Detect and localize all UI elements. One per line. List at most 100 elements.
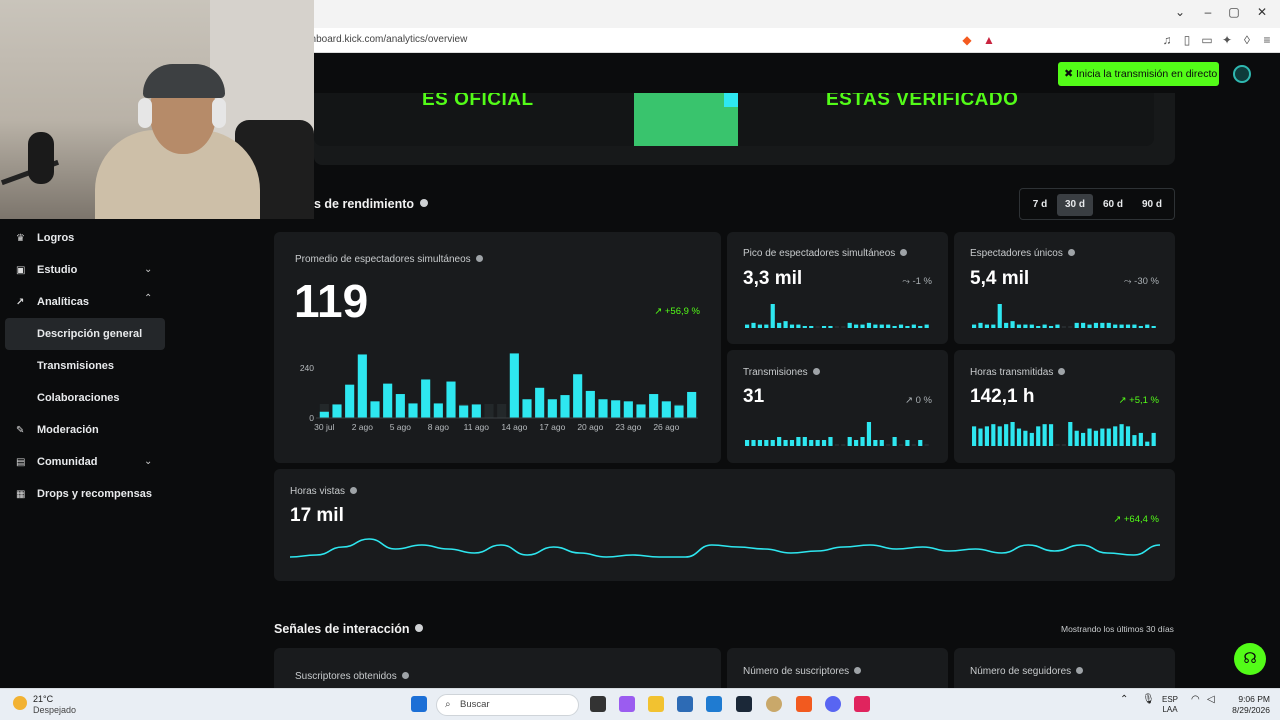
mic-icon[interactable]: 🎙 — [1142, 695, 1155, 705]
bar[interactable] — [459, 405, 469, 419]
spark-bar-background — [924, 444, 929, 446]
bar[interactable] — [446, 381, 456, 418]
bar[interactable] — [433, 403, 443, 418]
bar[interactable] — [674, 405, 684, 419]
bar[interactable] — [395, 394, 405, 418]
bar[interactable] — [560, 395, 570, 418]
bar[interactable] — [573, 374, 583, 418]
wifi-icon[interactable]: ◠ — [1191, 695, 1200, 705]
info-icon[interactable] — [350, 487, 358, 494]
bar[interactable] — [687, 391, 697, 418]
bar[interactable] — [332, 404, 342, 418]
app-icon[interactable] — [766, 696, 782, 712]
volume-icon[interactable]: ◁ — [1207, 695, 1215, 705]
sidebar-item-estudio[interactable]: ▣ Estudio — [16, 257, 77, 283]
bar-background — [484, 404, 494, 418]
steam-icon[interactable] — [736, 696, 752, 712]
sidebar-item-analiticas[interactable]: ↗ Analíticas — [16, 289, 89, 315]
avatar[interactable] — [1233, 65, 1251, 83]
help-button[interactable]: ☊ — [1234, 643, 1266, 675]
url-text[interactable]: ashboard.kick.com/analytics/overview — [300, 34, 467, 45]
chevron-up-icon[interactable]: ⌃ — [1120, 695, 1128, 705]
bar[interactable] — [547, 399, 557, 418]
bar[interactable] — [611, 400, 621, 418]
wallet-icon[interactable]: ▭ — [1200, 33, 1214, 47]
vpn-icon[interactable]: ◊ — [1240, 33, 1254, 47]
task-view-icon[interactable] — [590, 696, 606, 712]
range-90d[interactable]: 90 d — [1135, 194, 1169, 216]
bar[interactable] — [585, 390, 595, 418]
go-live-button[interactable]: ✖ Inicia la transmisión en directo — [1058, 62, 1219, 86]
chevron-down-icon[interactable]: ⌄ — [144, 456, 152, 467]
spark-bar-background — [898, 444, 904, 446]
info-icon[interactable] — [1058, 368, 1066, 375]
copilot-icon[interactable] — [619, 696, 635, 712]
spark-bar — [892, 437, 897, 446]
bar[interactable] — [598, 399, 608, 418]
outlook-icon[interactable] — [706, 696, 722, 712]
spark-bar — [783, 440, 788, 446]
bar[interactable] — [661, 401, 671, 418]
bar[interactable] — [370, 401, 380, 418]
close-icon[interactable]: ✕ — [1250, 5, 1274, 19]
sidebar-item-descripcion-general[interactable]: Descripción general — [37, 321, 142, 347]
bar[interactable] — [649, 394, 659, 418]
info-icon[interactable] — [854, 667, 862, 674]
store-icon[interactable] — [677, 696, 693, 712]
bar[interactable] — [345, 384, 355, 418]
brave-shield-icon[interactable]: ◆ — [960, 33, 974, 47]
bar[interactable] — [509, 353, 519, 418]
bar[interactable] — [522, 399, 532, 418]
bar[interactable] — [319, 411, 329, 418]
file-explorer-icon[interactable] — [648, 696, 664, 712]
chevron-down-icon[interactable]: ⌄ — [1168, 5, 1192, 19]
brave-icon[interactable] — [796, 696, 812, 712]
chevron-down-icon[interactable]: ⌄ — [144, 264, 152, 275]
spark-bar — [751, 440, 756, 446]
maximize-icon[interactable]: ▢ — [1222, 5, 1246, 19]
windows-start-icon[interactable] — [411, 696, 427, 712]
bar[interactable] — [623, 401, 633, 418]
bar[interactable] — [421, 379, 431, 418]
info-icon[interactable] — [415, 624, 424, 632]
tiktok-icon[interactable] — [854, 696, 870, 712]
spark-bar — [1132, 324, 1137, 328]
rewards-icon[interactable]: ▲ — [982, 33, 996, 47]
sidebar-item-colaboraciones[interactable]: Colaboraciones — [37, 385, 120, 411]
info-icon[interactable] — [812, 368, 820, 375]
minimize-icon[interactable]: – — [1196, 5, 1220, 19]
media-icon[interactable]: ♫ — [1160, 33, 1174, 47]
info-icon[interactable] — [1067, 249, 1075, 256]
bar[interactable] — [471, 404, 481, 418]
menu-icon[interactable]: ≡ — [1260, 33, 1274, 47]
engagement-title: Señales de interacción — [274, 622, 424, 636]
sidebar-item-moderacion[interactable]: ✎ Moderación — [16, 417, 99, 443]
range-60d[interactable]: 60 d — [1096, 194, 1130, 216]
chevron-up-icon[interactable]: ⌃ — [144, 293, 152, 304]
info-icon[interactable] — [900, 249, 908, 256]
bar[interactable] — [357, 354, 367, 418]
bar[interactable] — [636, 404, 646, 418]
discord-icon[interactable] — [825, 696, 841, 712]
sidebar-item-comunidad[interactable]: ▤ Comunidad — [16, 449, 98, 475]
sidebar-item-transmisiones[interactable]: Transmisiones — [37, 353, 114, 379]
hours-watched-label: Horas vistas — [290, 486, 346, 497]
search-input[interactable]: ⌕ Buscar — [436, 694, 579, 716]
leo-icon[interactable]: ✦ — [1220, 33, 1234, 47]
sidebar-item-logros[interactable]: ♛ Logros — [16, 225, 74, 251]
spark-bar-background — [1061, 444, 1066, 446]
range-7d[interactable]: 7 d — [1025, 194, 1055, 216]
info-icon[interactable] — [401, 672, 409, 679]
info-icon[interactable] — [420, 199, 429, 207]
language-indicator[interactable]: ESP LAA — [1162, 695, 1178, 715]
clock[interactable]: 9:06 PM 8/29/2026 — [1222, 694, 1270, 716]
bar[interactable] — [408, 403, 418, 418]
engagement-card-sub-count: Número de suscriptores — [727, 648, 948, 688]
bar[interactable] — [383, 383, 393, 418]
engagement-card-followers: Número de seguidores — [954, 648, 1175, 688]
range-30d[interactable]: 30 d — [1057, 194, 1093, 216]
sidebar-item-drops[interactable]: ▦ Drops y recompensas — [16, 481, 152, 507]
sidebar-icon[interactable]: ▯ — [1180, 33, 1194, 47]
bar[interactable] — [535, 387, 545, 418]
info-icon[interactable] — [1076, 667, 1084, 674]
